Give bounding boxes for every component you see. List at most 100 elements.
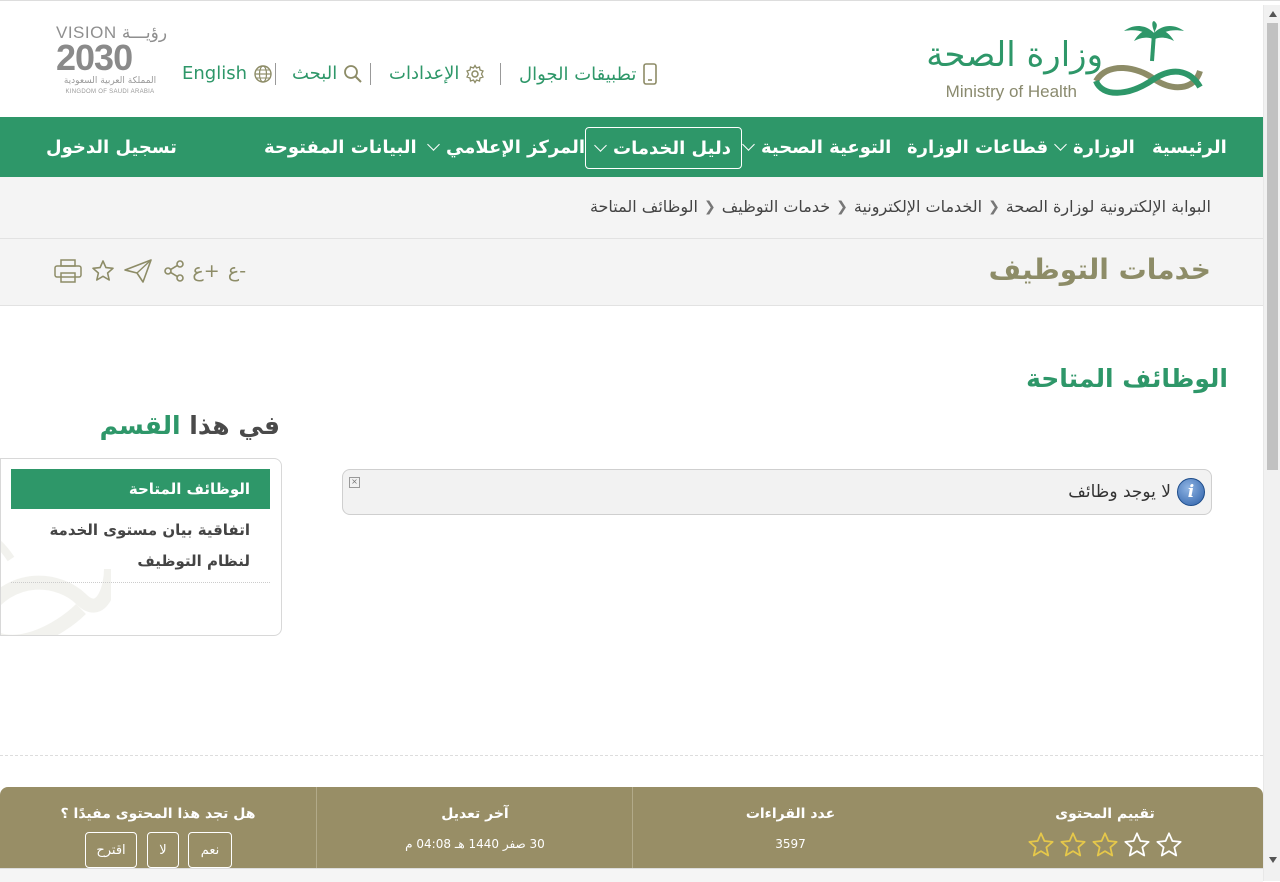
vision-kingdom-english: KINGDOM OF SAUDI ARABIA (65, 89, 155, 95)
modified-column: آخر تعديل 30 صفر 1440 هـ 04:08 م (316, 787, 633, 881)
font-decrease-label: ع- (227, 260, 247, 282)
page-title-bar: خدمات التوظيف ع- ع+ (0, 239, 1263, 306)
breadcrumb-item[interactable]: خدمات التوظيف (722, 197, 830, 216)
alert-message: لا يوجد وظائف (1068, 482, 1171, 502)
info-alert: × i لا يوجد وظائف (342, 469, 1212, 515)
rating-star-icon[interactable] (1123, 831, 1151, 859)
font-increase-button[interactable]: ع+ (192, 257, 220, 285)
settings-link[interactable]: الإعدادات (389, 63, 485, 84)
breadcrumb-item[interactable]: الخدمات الإلكترونية (854, 197, 982, 216)
ministry-name-english: Ministry of Health (945, 82, 1077, 101)
section-menu: الوظائف المتاحة اتفاقية بيان مستوى الخدم… (0, 458, 282, 636)
scroll-down-arrow-icon[interactable] (1264, 851, 1280, 868)
breadcrumb-bar: البوابة الإلكترونية لوزارة الصحة ❮ الخدم… (0, 177, 1263, 239)
rating-column: تقييم المحتوى (947, 787, 1263, 881)
scroll-up-arrow-icon[interactable] (1264, 5, 1280, 22)
search-link[interactable]: البحث (292, 63, 363, 84)
vision-year: 2030 (56, 37, 133, 78)
font-increase-label: ع+ (192, 260, 220, 282)
main-navigation: الرئيسية الوزارة قطاعات الوزارة التوعية … (0, 117, 1263, 177)
side-title-part-1: في هذا (189, 411, 280, 440)
share-icon (164, 260, 184, 282)
rating-star-icon[interactable] (1155, 831, 1183, 859)
chevron-down-icon (594, 139, 607, 152)
nav-sectors[interactable]: قطاعات الوزارة (907, 117, 1048, 177)
reads-value: 3597 (775, 837, 806, 851)
close-icon[interactable]: × (349, 477, 360, 488)
send-button[interactable] (122, 257, 154, 285)
settings-label: الإعدادات (389, 63, 460, 84)
chevron-down-icon (1054, 138, 1067, 151)
header-separator (500, 63, 501, 85)
scrollbar-thumb[interactable] (1267, 23, 1278, 470)
language-switch[interactable]: English (182, 63, 273, 84)
mobile-apps-label: تطبيقات الجوال (519, 63, 637, 85)
page-title: خدمات التوظيف (988, 253, 1211, 286)
chevron-down-icon (742, 138, 755, 151)
star-icon (92, 260, 114, 281)
yes-button[interactable]: نعم (188, 832, 232, 868)
globe-icon (254, 64, 272, 83)
breadcrumb: البوابة الإلكترونية لوزارة الصحة ❮ الخدم… (590, 197, 1211, 216)
nav-login[interactable]: تسجيل الدخول (46, 117, 177, 177)
header-separator (370, 63, 371, 85)
rating-star-icon[interactable] (1027, 831, 1055, 859)
chevron-down-icon (427, 138, 440, 151)
vision-2030-logo[interactable]: VISION رؤيـــة 2030 المملكة العربية السع… (56, 23, 168, 103)
font-decrease-button[interactable]: ع- (224, 257, 250, 285)
site-header: وزارة الصحة Ministry of Health تطبيقات ا… (0, 5, 1263, 117)
palm-swords-emblem-icon (1093, 21, 1203, 96)
modified-value: 30 صفر 1440 هـ 04:08 م (405, 837, 545, 851)
nav-media-label: المركز الإعلامي (446, 136, 586, 158)
share-button[interactable] (161, 257, 187, 285)
nav-services[interactable]: دليل الخدمات (585, 127, 742, 169)
no-button[interactable]: لا (147, 832, 179, 868)
nav-awareness[interactable]: التوعية الصحية (742, 117, 892, 177)
in-this-section-title: في هذا القسم (100, 411, 280, 440)
nav-sectors-label: قطاعات الوزارة (907, 136, 1049, 158)
chevron-left-icon: ❮ (704, 198, 716, 215)
rating-star-icon[interactable] (1091, 831, 1119, 859)
nav-open-data-label: البيانات المفتوحة (264, 136, 417, 158)
nav-media[interactable]: المركز الإعلامي (427, 117, 586, 177)
chevron-left-icon: ❮ (988, 198, 1000, 215)
print-button[interactable] (53, 257, 83, 285)
info-icon: i (1177, 478, 1205, 506)
useful-column: هل تجد هذا المحتوى مفيدًا ؟ نعم لا اقترح (0, 787, 317, 881)
paper-plane-icon (124, 259, 152, 283)
breadcrumb-item[interactable]: البوابة الإلكترونية لوزارة الصحة (1006, 197, 1211, 216)
nav-awareness-label: التوعية الصحية (761, 136, 892, 158)
mobile-apps-link[interactable]: تطبيقات الجوال (519, 63, 658, 85)
printer-icon (54, 259, 82, 283)
suggest-button[interactable]: اقترح (85, 832, 137, 868)
useful-label: هل تجد هذا المحتوى مفيدًا ؟ (60, 806, 256, 822)
header-separator (275, 63, 276, 85)
chevron-left-icon: ❮ (836, 198, 848, 215)
favorite-button[interactable] (90, 257, 116, 285)
search-icon (344, 64, 362, 83)
nav-login-label: تسجيل الدخول (46, 136, 177, 158)
gear-icon (466, 63, 485, 84)
reads-label: عدد القراءات (745, 806, 836, 822)
side-menu-item-active[interactable]: الوظائف المتاحة (11, 469, 270, 509)
search-label: البحث (292, 63, 338, 84)
nav-services-label: دليل الخدمات (613, 137, 731, 159)
nav-ministry[interactable]: الوزارة (1054, 117, 1135, 177)
footer-strip (0, 868, 1263, 882)
section-title: الوظائف المتاحة (1026, 364, 1228, 393)
mobile-phone-icon (643, 63, 658, 85)
side-title-part-2: القسم (99, 411, 181, 440)
ministry-name-arabic: وزارة الصحة (926, 35, 1103, 75)
rating-star-icon[interactable] (1059, 831, 1087, 859)
vision-kingdom-arabic: المملكة العربية السعودية (63, 76, 157, 86)
modified-label: آخر تعديل (441, 806, 509, 822)
nav-ministry-label: الوزارة (1073, 136, 1135, 158)
nav-open-data[interactable]: البيانات المفتوحة (264, 117, 417, 177)
content-divider (0, 755, 1263, 756)
vertical-scrollbar[interactable] (1263, 5, 1280, 881)
side-menu-item[interactable]: اتفاقية بيان مستوى الخدمة لنظام التوظيف (11, 515, 270, 583)
rating-label: تقييم المحتوى (1055, 806, 1155, 822)
breadcrumb-current: الوظائف المتاحة (589, 197, 698, 216)
nav-home[interactable]: الرئيسية (1152, 117, 1227, 177)
rating-stars (1027, 831, 1183, 859)
